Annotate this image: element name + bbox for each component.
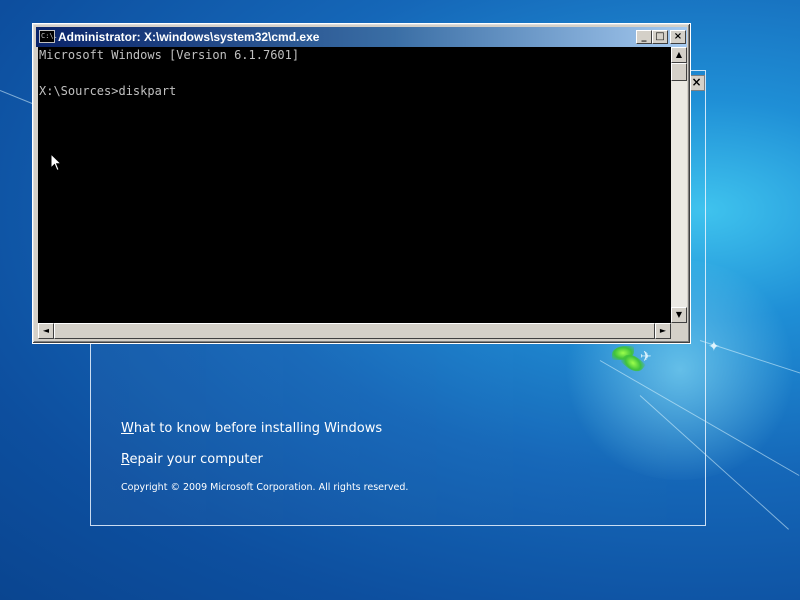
cmd-window-title: Administrator: X:\windows\system32\cmd.e… <box>58 30 320 44</box>
scroll-right-button[interactable]: ► <box>655 323 671 339</box>
maximize-button[interactable]: □ <box>652 30 668 44</box>
repair-computer-link[interactable]: Repair your computer <box>121 452 263 467</box>
scroll-left-button[interactable]: ◄ <box>38 323 54 339</box>
console-output[interactable]: Microsoft Windows [Version 6.1.7601] X:\… <box>38 47 671 323</box>
horizontal-scrollbar[interactable]: ◄ ► <box>38 323 671 339</box>
scrollbar-corner <box>671 323 687 339</box>
console-line: Microsoft Windows [Version 6.1.7601] <box>39 48 300 62</box>
bird-icon: ✦ <box>708 339 720 355</box>
what-to-know-link[interactable]: What to know before installing Windows <box>121 421 382 436</box>
close-button[interactable]: × <box>670 30 686 44</box>
cmd-window: C:\. Administrator: X:\windows\system32\… <box>32 23 691 344</box>
cmd-system-icon[interactable]: C:\. <box>39 30 58 43</box>
console-line: X:\Sources>diskpart <box>39 84 177 98</box>
vertical-scrollbar[interactable]: ▲ ▼ <box>671 47 687 323</box>
vertical-scroll-thumb[interactable] <box>671 63 687 81</box>
mouse-pointer-icon <box>50 153 62 172</box>
copyright-text: Copyright © 2009 Microsoft Corporation. … <box>121 482 409 493</box>
horizontal-scroll-thumb[interactable] <box>54 323 655 339</box>
link-label: epair your computer <box>129 452 263 467</box>
cmd-titlebar[interactable]: C:\. Administrator: X:\windows\system32\… <box>36 27 687 47</box>
link-accelerator: W <box>121 421 134 436</box>
minimize-button[interactable]: _ <box>636 30 652 44</box>
link-label: hat to know before installing Windows <box>133 421 383 436</box>
scroll-down-button[interactable]: ▼ <box>671 307 687 323</box>
scroll-up-button[interactable]: ▲ <box>671 47 687 63</box>
